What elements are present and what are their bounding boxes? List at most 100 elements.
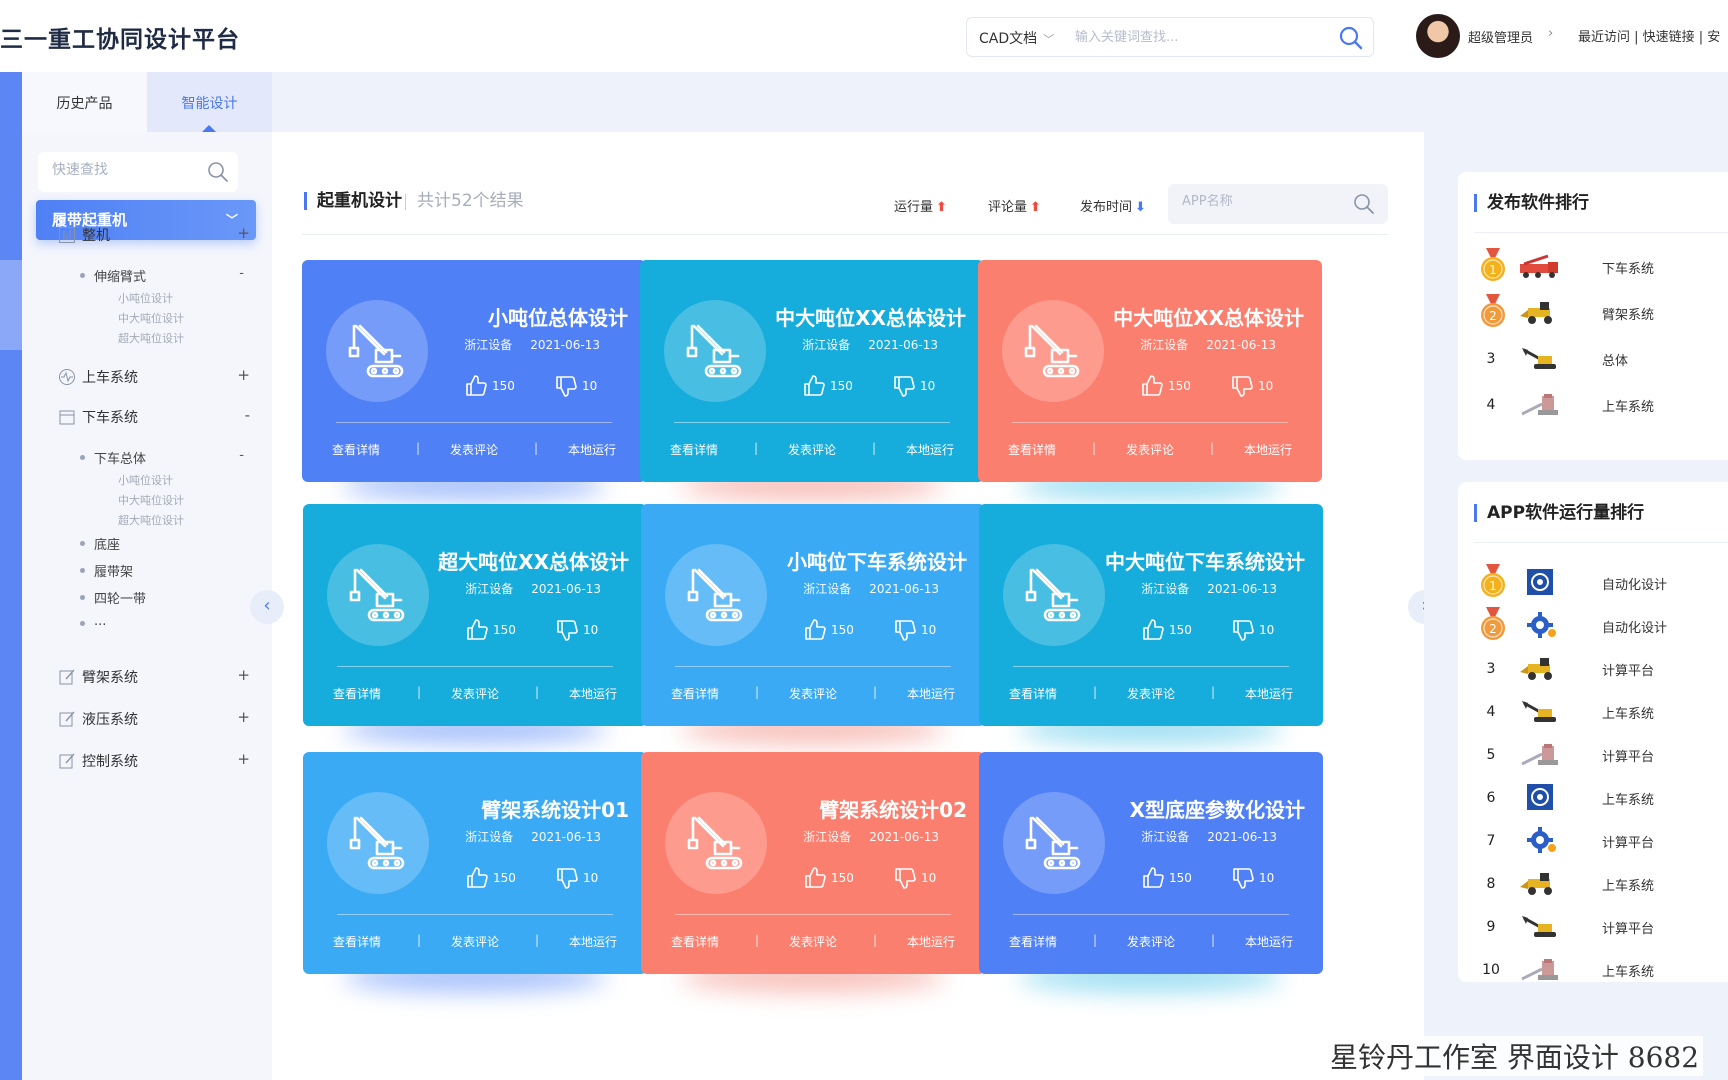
leaf-item[interactable]: 中大吨位设计 [118, 310, 184, 326]
dislike-button[interactable]: 10 [1230, 374, 1273, 398]
run-local-link[interactable]: 本地运行 [906, 441, 954, 458]
leaf-item[interactable]: 超大吨位设计 [118, 512, 184, 528]
card-body[interactable]: 中大吨位XX总体设计 浙江设备 2021-06-13 150 10 查看详情 | 发表评论 | 本… [640, 260, 984, 482]
card-body[interactable]: 臂架系统设计01 浙江设备 2021-06-13 150 10 查看详情 | 发表评论 | 本地运… [303, 752, 647, 974]
dislike-button[interactable]: 10 [554, 374, 597, 398]
expand-toggle[interactable]: + [237, 666, 250, 684]
leaf-item[interactable]: 小吨位设计 [118, 472, 173, 488]
quick-search-input[interactable] [52, 162, 202, 178]
search-icon[interactable] [206, 160, 230, 184]
sub-telescopic-boom[interactable]: 伸缩臂式 - [80, 266, 260, 286]
expand-toggle[interactable]: + [237, 708, 250, 726]
like-button[interactable]: 150 [802, 374, 853, 398]
tab-history-products[interactable]: 历史产品 [22, 72, 147, 132]
top-links[interactable]: 最近访问 | 快速链接 | 安 [1578, 26, 1720, 45]
sub-lower-overall[interactable]: 下车总体 - [80, 448, 260, 468]
post-comment-link[interactable]: 发表评论 [788, 441, 836, 458]
card-body[interactable]: 小吨位下车系统设计 浙江设备 2021-06-13 150 10 查看详情 | 发表评论 | 本地… [641, 504, 985, 726]
like-button[interactable]: 150 [803, 866, 854, 890]
design-card[interactable]: 超大吨位XX总体设计 浙江设备 2021-06-13 150 10 查看详情 | 发表评论 | 本… [303, 504, 647, 744]
run-local-link[interactable]: 本地运行 [568, 441, 616, 458]
rank-row[interactable]: 4 上车系统 [1474, 693, 1728, 729]
view-details-link[interactable]: 查看详情 [671, 933, 719, 950]
like-button[interactable]: 150 [465, 618, 516, 642]
post-comment-link[interactable]: 发表评论 [450, 441, 498, 458]
rank-row[interactable]: 3 计算平台 [1474, 650, 1728, 686]
post-comment-link[interactable]: 发表评论 [451, 933, 499, 950]
run-local-link[interactable]: 本地运行 [1245, 685, 1293, 702]
run-local-link[interactable]: 本地运行 [907, 685, 955, 702]
dislike-button[interactable]: 10 [555, 866, 598, 890]
view-details-link[interactable]: 查看详情 [332, 441, 380, 458]
search-type-select[interactable]: CAD文档 ﹀ [979, 28, 1054, 48]
rank-row[interactable]: 8 上车系统 [1474, 865, 1728, 901]
collapse-toggle[interactable]: - [239, 448, 244, 463]
search-icon[interactable] [1337, 24, 1365, 52]
tab-smart-design[interactable]: 智能设计 [147, 72, 272, 132]
expand-toggle[interactable]: + [237, 224, 250, 242]
post-comment-link[interactable]: 发表评论 [1127, 685, 1175, 702]
run-local-link[interactable]: 本地运行 [907, 933, 955, 950]
dislike-button[interactable]: 10 [893, 866, 936, 890]
rank-row[interactable]: 4 上车系统 [1474, 386, 1728, 422]
design-card[interactable]: 小吨位总体设计 浙江设备 2021-06-13 150 10 查看详情 | 发表评论 | 本地运行 [302, 260, 646, 500]
rank-row[interactable]: 3 总体 [1474, 340, 1728, 376]
view-details-link[interactable]: 查看详情 [670, 441, 718, 458]
view-details-link[interactable]: 查看详情 [1009, 685, 1057, 702]
rank-row[interactable]: 6 上车系统 [1474, 779, 1728, 815]
dislike-button[interactable]: 10 [1231, 866, 1274, 890]
run-local-link[interactable]: 本地运行 [569, 685, 617, 702]
card-body[interactable]: 中大吨位XX总体设计 浙江设备 2021-06-13 150 10 查看详情 | 发表评论 | 本… [978, 260, 1322, 482]
card-body[interactable]: 超大吨位XX总体设计 浙江设备 2021-06-13 150 10 查看详情 | 发表评论 | 本… [303, 504, 647, 726]
design-card[interactable]: 中大吨位XX总体设计 浙江设备 2021-06-13 150 10 查看详情 | 发表评论 | 本… [640, 260, 984, 500]
design-card[interactable]: 中大吨位XX总体设计 浙江设备 2021-06-13 150 10 查看详情 | 发表评论 | 本… [978, 260, 1322, 500]
run-local-link[interactable]: 本地运行 [1244, 441, 1292, 458]
post-comment-link[interactable]: 发表评论 [789, 685, 837, 702]
app-search[interactable] [1168, 184, 1388, 224]
dislike-button[interactable]: 10 [1231, 618, 1274, 642]
avatar[interactable] [1416, 14, 1460, 58]
like-button[interactable]: 150 [1141, 618, 1192, 642]
prev-page-button[interactable]: ‹ [250, 590, 284, 624]
design-card[interactable]: 臂架系统设计02 浙江设备 2021-06-13 150 10 查看详情 | 发表评论 | 本地运… [641, 752, 985, 992]
rank-row[interactable]: 9 计算平台 [1474, 908, 1728, 944]
leaf-item[interactable]: 小吨位设计 [118, 290, 173, 306]
expand-toggle[interactable]: + [237, 750, 250, 768]
view-details-link[interactable]: 查看详情 [1008, 441, 1056, 458]
sort-comment-count[interactable]: 评论量 ⬆ [988, 196, 1041, 215]
like-button[interactable]: 150 [803, 618, 854, 642]
expand-toggle[interactable]: + [237, 366, 250, 384]
app-search-input[interactable] [1182, 194, 1332, 209]
sub-four-wheel[interactable]: 四轮一带 [80, 588, 260, 608]
design-card[interactable]: X型底座参数化设计 浙江设备 2021-06-13 150 10 查看详情 | 发表评论 | 本地… [979, 752, 1323, 992]
sub-base[interactable]: 底座 [80, 534, 260, 554]
like-button[interactable]: 150 [1140, 374, 1191, 398]
sub-track-frame[interactable]: 履带架 [80, 561, 260, 581]
search-icon[interactable] [1352, 192, 1376, 216]
design-card[interactable]: 中大吨位下车系统设计 浙江设备 2021-06-13 150 10 查看详情 | 发表评论 | 本… [979, 504, 1323, 744]
dislike-button[interactable]: 10 [893, 618, 936, 642]
chevron-right-icon[interactable]: › [1548, 26, 1553, 41]
rank-row[interactable]: 2 臂架系统 [1474, 294, 1728, 330]
nav-control-system[interactable]: 控制系统 + [58, 750, 258, 772]
rank-row[interactable]: 2 自动化设计 [1474, 607, 1728, 643]
nav-upper-system[interactable]: 上车系统 + [58, 366, 258, 388]
dislike-button[interactable]: 10 [892, 374, 935, 398]
card-body[interactable]: 中大吨位下车系统设计 浙江设备 2021-06-13 150 10 查看详情 | 发表评论 | 本… [979, 504, 1323, 726]
run-local-link[interactable]: 本地运行 [1245, 933, 1293, 950]
rank-row[interactable]: 7 计算平台 [1474, 822, 1728, 858]
leaf-item[interactable]: 中大吨位设计 [118, 492, 184, 508]
run-local-link[interactable]: 本地运行 [569, 933, 617, 950]
search-input[interactable] [1075, 26, 1315, 48]
collapse-toggle[interactable]: - [245, 406, 250, 424]
user-name[interactable]: 超级管理员 [1468, 27, 1533, 46]
nav-lower-system[interactable]: 下车系统 - [58, 406, 258, 428]
rank-row[interactable]: 1 自动化设计 [1474, 564, 1728, 600]
card-body[interactable]: X型底座参数化设计 浙江设备 2021-06-13 150 10 查看详情 | 发表评论 | 本地… [979, 752, 1323, 974]
design-card[interactable]: 臂架系统设计01 浙江设备 2021-06-13 150 10 查看详情 | 发表评论 | 本地运… [303, 752, 647, 992]
leaf-item[interactable]: 超大吨位设计 [118, 330, 184, 346]
card-body[interactable]: 臂架系统设计02 浙江设备 2021-06-13 150 10 查看详情 | 发表评论 | 本地运… [641, 752, 985, 974]
nav-boom-system[interactable]: 臂架系统 + [58, 666, 258, 688]
rank-row[interactable]: 10 上车系统 [1474, 951, 1728, 987]
view-details-link[interactable]: 查看详情 [1009, 933, 1057, 950]
